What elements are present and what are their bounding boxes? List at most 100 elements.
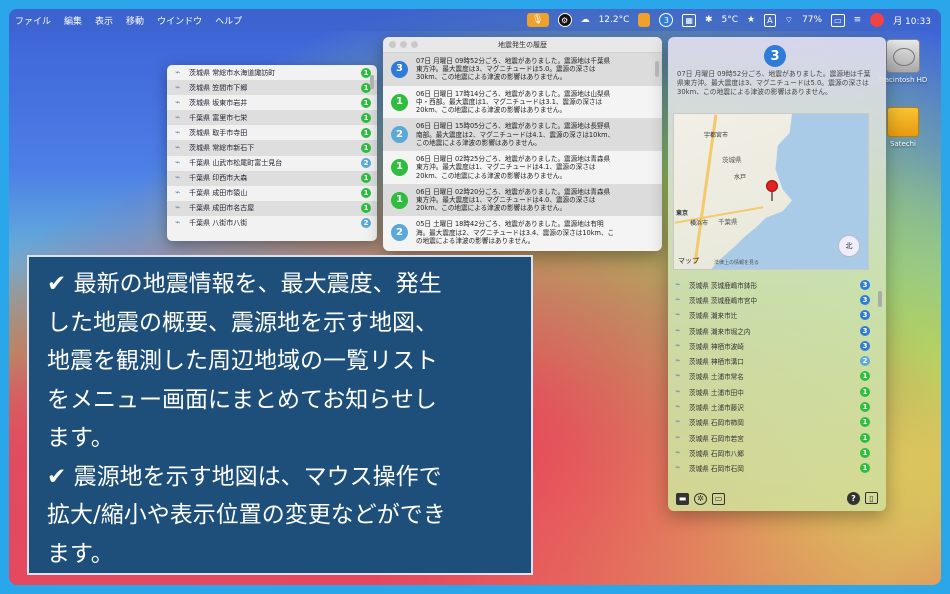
list-item[interactable]: ⌁ 千葉県 成田市名古屋 1 bbox=[167, 200, 377, 216]
microphone-icon[interactable]: 🎙 bbox=[526, 13, 549, 27]
list-item[interactable]: ⌁ 千葉県 八街市八街 2 bbox=[167, 216, 377, 231]
sun-icon[interactable]: ✱ bbox=[705, 15, 713, 25]
place-name: 茨城県 神栖市波崎 bbox=[689, 342, 744, 351]
window-icon[interactable]: ▭ bbox=[712, 492, 725, 505]
map-legal-link[interactable]: 法律上の情報を見る bbox=[714, 259, 759, 266]
zoom-button[interactable] bbox=[411, 41, 418, 48]
map-label-utsunomiya: 宇都宮市 bbox=[704, 132, 729, 139]
menu-item[interactable]: 表示 bbox=[95, 14, 113, 27]
list-item[interactable]: ⌁ 茨城県 石岡市石岡 1 bbox=[675, 461, 870, 476]
list-item[interactable]: ⌁ 茨城県 常総市新石下 1 bbox=[167, 140, 377, 156]
history-item[interactable]: 3 07日 月曜日 09時52分ごろ、地震がありました。震源地は千葉県 東方沖。最… bbox=[383, 53, 662, 86]
epicenter-pin-icon[interactable] bbox=[766, 180, 778, 201]
tool-icon[interactable]: ⚙ bbox=[557, 13, 572, 27]
list-item[interactable]: ⌁ 千葉県 成田市猿山 1 bbox=[167, 186, 377, 201]
compass-icon[interactable]: 北 bbox=[838, 235, 860, 257]
sidebar-icon[interactable]: ▯ bbox=[865, 492, 878, 504]
observed-places-list: ⌁ 茨城県 常総市水海道諏訪町 1 ⌁ 茨城県 笠間市下郷 1 ⌁ 茨城県 坂東市岩井 1 ⌁ 千葉… bbox=[167, 65, 377, 231]
seismic-wave-icon: ⌁ bbox=[675, 310, 681, 321]
place-name: 茨城県 土浦市藤沢 bbox=[689, 404, 744, 413]
list-item[interactable]: ⌁ 千葉県 富里市七栄 1 bbox=[167, 110, 377, 126]
list-item[interactable]: ⌁ 茨城県 潮来市堀之内 3 bbox=[675, 323, 870, 338]
seismic-wave-icon: ⌁ bbox=[675, 417, 681, 428]
list-item[interactable]: ⌁ 茨城県 茨城鹿嶋市宮中 3 bbox=[675, 292, 870, 307]
scrollbar[interactable] bbox=[878, 291, 882, 307]
help-icon[interactable]: ? bbox=[847, 492, 860, 505]
place-name: 茨城県 坂東市岩井 bbox=[189, 98, 248, 107]
list-item[interactable]: ⌁ 茨城県 土浦市藤沢 1 bbox=[675, 399, 870, 414]
intensity-badge: 2 bbox=[361, 218, 371, 229]
close-button[interactable] bbox=[389, 41, 396, 48]
list-item[interactable]: ⌁ 茨城県 石岡市柿岡 1 bbox=[675, 415, 870, 430]
temp-secondary[interactable]: 5°C bbox=[722, 15, 739, 25]
map-land bbox=[674, 114, 792, 269]
list-item[interactable]: ⌁ 茨城県 取手市寺田 1 bbox=[167, 125, 377, 140]
siri-icon[interactable] bbox=[870, 13, 885, 27]
history-item[interactable]: 1 06日 日曜日 17時14分ごろ、地震がありました。震源地は山梨県 中・西部。… bbox=[383, 86, 662, 119]
list-item[interactable]: ⌁ 茨城県 常総市水海道諏訪町 1 bbox=[167, 65, 377, 80]
caption-line: した地震の概要、震源地を示す地図、 bbox=[47, 309, 438, 336]
list-item[interactable]: ⌁ 茨城県 神栖市波崎 3 bbox=[675, 338, 870, 353]
weather-icon[interactable]: ☁ bbox=[581, 15, 590, 25]
panel-places-list: ⌁ 茨城県 茨城鹿嶋市鉢形 3 ⌁ 茨城県 茨城鹿嶋市宮中 3 ⌁ 茨城県 潮来市辻 3 ⌁ 茨城県… bbox=[675, 277, 870, 476]
minimize-button[interactable] bbox=[400, 41, 407, 48]
folder-icon[interactable] bbox=[638, 13, 651, 27]
battery-percent[interactable]: 77% bbox=[802, 15, 822, 25]
history-text: 07日 月曜日 09時52分ごろ、地震がありました。震源地は千葉県 東方沖。最大… bbox=[416, 57, 611, 82]
intensity-badge: 1 bbox=[391, 191, 408, 209]
place-name: 茨城県 石岡市若宮 bbox=[689, 434, 744, 443]
clock[interactable]: 月 10:33 bbox=[893, 14, 931, 27]
seismic-wave-icon: ⌁ bbox=[175, 127, 181, 138]
menu-item[interactable]: ファイル bbox=[15, 14, 51, 27]
epicenter-map[interactable]: 茨城県 宇都宮市 水戸 東京 横浜市 千葉県 北 マップ 法律上の情報を見る bbox=[673, 113, 869, 270]
history-item[interactable]: 1 06日 日曜日 02時20分ごろ、地震がありました。震源地は青森県 東方沖。最… bbox=[383, 183, 662, 217]
history-item[interactable]: 2 06日 日曜日 15時05分ごろ、地震がありました。震源地は長野県 南部。最大… bbox=[383, 118, 662, 152]
battery-icon[interactable]: ▭ bbox=[831, 13, 845, 27]
seismic-wave-icon: ⌁ bbox=[675, 432, 681, 443]
list-item[interactable]: ⌁ 茨城県 神栖市溝口 2 bbox=[675, 353, 870, 368]
list-item[interactable]: ⌁ 茨城県 潮来市辻 3 bbox=[675, 308, 870, 323]
wifi-icon[interactable]: ⌔ bbox=[785, 15, 793, 26]
caption-line: をメニュー画面にまとめてお知らせし bbox=[47, 386, 437, 413]
list-item[interactable]: ⌁ 茨城県 土浦市常名 1 bbox=[675, 369, 870, 384]
place-name: 千葉県 山武市松尾町富士見台 bbox=[189, 159, 283, 168]
control-center-icon[interactable]: ≡ bbox=[854, 15, 862, 25]
gear-icon[interactable]: ✲ bbox=[694, 492, 707, 505]
seismic-wave-icon: ⌁ bbox=[175, 112, 181, 123]
list-item[interactable]: ⌁ 千葉県 山武市松尾町富士見台 2 bbox=[167, 156, 377, 171]
intensity-badge: 1 bbox=[361, 143, 371, 154]
list-item[interactable]: ⌁ 茨城県 坂東市岩井 1 bbox=[167, 95, 377, 110]
menu-item[interactable]: ヘルプ bbox=[215, 14, 242, 27]
list-item[interactable]: ⌁ 茨城県 笠間市下郷 1 bbox=[167, 80, 377, 96]
map-label-tokyo: 東京 bbox=[676, 210, 689, 217]
window-controls bbox=[389, 41, 418, 48]
intensity-badge: 2 bbox=[361, 158, 371, 169]
list-item[interactable]: ⌁ 千葉県 印西市大森 1 bbox=[167, 170, 377, 186]
history-text: 05日 土曜日 18時42分ごろ、地震がありました。震源地は有明 海。最大震度は… bbox=[416, 220, 615, 245]
weather-temp[interactable]: 12.2°C bbox=[599, 15, 630, 25]
scrollbar[interactable] bbox=[370, 75, 374, 89]
scrollbar[interactable] bbox=[655, 61, 659, 77]
calendar-icon[interactable]: ▦ bbox=[682, 13, 696, 27]
place-name: 茨城県 石岡市柿岡 bbox=[689, 419, 744, 428]
menu-item[interactable]: ウインドウ bbox=[157, 14, 202, 27]
list-item[interactable]: ⌁ 茨城県 石岡市若宮 1 bbox=[675, 430, 870, 445]
list-item[interactable]: ⌁ 茨城県 土浦市田中 1 bbox=[675, 384, 870, 399]
list-item[interactable]: ⌁ 茨城県 茨城鹿嶋市鉢形 3 bbox=[675, 277, 870, 292]
history-text: 06日 日曜日 15時05分ごろ、地震がありました。震源地は長野県 南部。最大震… bbox=[416, 122, 615, 147]
menu-item[interactable]: 移動 bbox=[126, 14, 144, 27]
menu-item[interactable]: 編集 bbox=[64, 14, 82, 27]
history-item[interactable]: 1 06日 日曜日 02時25分ごろ、地震がありました。震源地は青森県 東方沖。最… bbox=[383, 151, 662, 184]
caption-line: ✔ 震源地を示す地図は、マウス操作で bbox=[47, 463, 442, 490]
archive-icon[interactable]: ▬ bbox=[676, 492, 689, 505]
place-name: 茨城県 潮来市堀之内 bbox=[689, 327, 751, 336]
intensity-badge: 1 bbox=[860, 402, 870, 413]
input-mode-indicator[interactable]: A bbox=[764, 13, 776, 27]
observed-places-window: ⌁ 茨城県 常総市水海道諏訪町 1 ⌁ 茨城県 笠間市下郷 1 ⌁ 茨城県 坂東市岩井 1 ⌁ 千葉… bbox=[167, 65, 377, 241]
place-name: 千葉県 富里市七栄 bbox=[189, 113, 248, 122]
star-icon[interactable]: ★ bbox=[747, 15, 755, 25]
menu-bar: ファイル 編集 表示 移動 ウインドウ ヘルプ 🎙 ⚙ ☁ 12.2°C 3 ▦ ✱ 5°… bbox=[9, 9, 941, 31]
history-item[interactable]: 2 05日 土曜日 18時42分ごろ、地震がありました。震源地は有明 海。最大震度… bbox=[383, 216, 662, 249]
quake-status-badge[interactable]: 3 bbox=[659, 13, 674, 27]
list-item[interactable]: ⌁ 茨城県 石岡市八郷 1 bbox=[675, 445, 870, 460]
